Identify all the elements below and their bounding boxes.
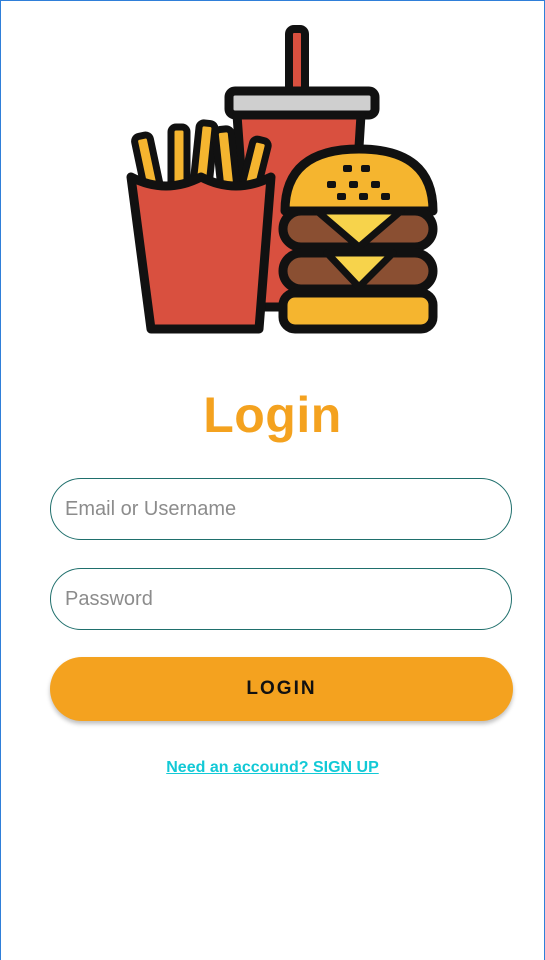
login-button[interactable]: LOGIN [50,657,513,721]
password-input[interactable] [50,568,512,630]
page-title: Login [203,387,342,443]
fast-food-logo-icon [126,25,438,334]
signup-link[interactable]: Need an accound? SIGN UP [1,759,544,777]
email-username-input[interactable] [50,478,512,540]
login-screen: Login LOGIN Need an accound? SIGN UP [0,0,545,960]
